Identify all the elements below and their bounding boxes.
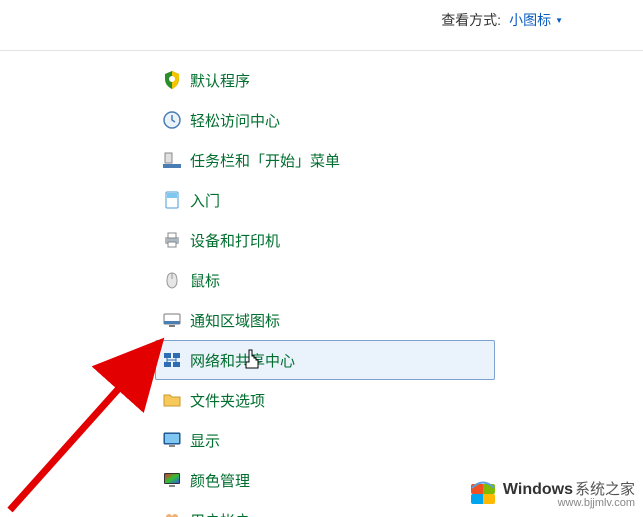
color-icon <box>162 470 182 490</box>
item-label: 默认程序 <box>190 70 250 91</box>
item-default-programs[interactable]: 默认程序 <box>155 60 495 100</box>
page-icon <box>162 190 182 210</box>
item-ease-of-access[interactable]: 轻松访问中心 <box>155 100 495 140</box>
item-label: 轻松访问中心 <box>190 110 280 131</box>
item-label: 设备和打印机 <box>190 230 280 251</box>
item-label: 网络和共享中心 <box>190 350 295 371</box>
item-label: 通知区域图标 <box>190 310 280 331</box>
windows-logo-icon <box>469 480 497 508</box>
view-label: 查看方式: <box>441 10 501 30</box>
item-label: 颜色管理 <box>190 470 250 491</box>
item-taskbar-start-menu[interactable]: 任务栏和「开始」菜单 <box>155 140 495 180</box>
users-icon <box>162 510 182 517</box>
shield-icon <box>162 70 182 90</box>
mouse-icon <box>162 270 182 290</box>
item-label: 任务栏和「开始」菜单 <box>190 150 340 171</box>
item-devices-printers[interactable]: 设备和打印机 <box>155 220 495 260</box>
taskbar-icon <box>162 150 182 170</box>
item-mouse[interactable]: 鼠标 <box>155 260 495 300</box>
item-label: 文件夹选项 <box>190 390 265 411</box>
item-folder-options[interactable]: 文件夹选项 <box>155 380 495 420</box>
item-getting-started[interactable]: 入门 <box>155 180 495 220</box>
divider <box>0 50 643 51</box>
tray-icon <box>162 310 182 330</box>
network-icon <box>162 350 182 370</box>
clock-icon <box>162 110 182 130</box>
item-label: 显示 <box>190 430 220 451</box>
printer-icon <box>162 230 182 250</box>
folder-icon <box>162 390 182 410</box>
display-icon <box>162 430 182 450</box>
item-label: 入门 <box>190 190 220 211</box>
control-panel-list: 默认程序 轻松访问中心 任务栏和「开始」菜单 入门 设备和打印机 鼠标 <box>155 60 495 517</box>
dropdown-icon: ▼ <box>555 16 563 25</box>
item-display[interactable]: 显示 <box>155 420 495 460</box>
item-network-sharing[interactable]: 网络和共享中心 <box>155 340 495 380</box>
watermark: Windows系统之家 www.bjjmlv.com <box>469 478 635 509</box>
item-user-accounts[interactable]: 用户帐户 <box>155 500 495 517</box>
item-label: 鼠标 <box>190 270 220 291</box>
item-notification-icons[interactable]: 通知区域图标 <box>155 300 495 340</box>
item-label: 用户帐户 <box>190 510 250 517</box>
view-mode-dropdown[interactable]: 小图标 ▼ <box>509 10 563 30</box>
item-color-management[interactable]: 颜色管理 <box>155 460 495 500</box>
watermark-brand: Windows <box>503 481 573 498</box>
watermark-suffix: 系统之家 <box>575 481 635 498</box>
view-mode-text: 小图标 <box>509 10 551 30</box>
